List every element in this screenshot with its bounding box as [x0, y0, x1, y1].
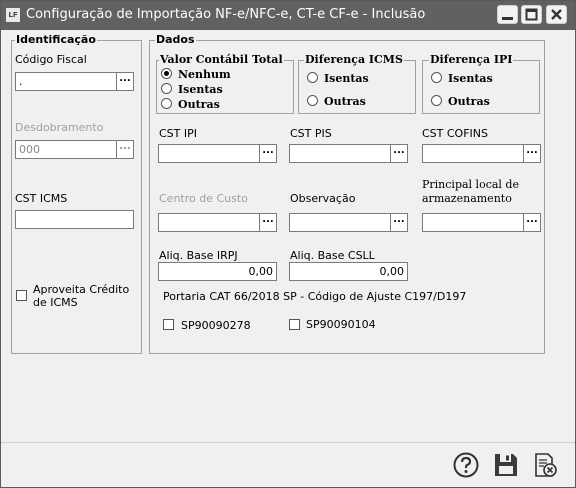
dialog-window: LF Configuração de Importação NF-e/NFC-e… [0, 0, 576, 488]
cst-cofins-label: CST COFINS [422, 127, 488, 140]
bottom-toolbar [1, 442, 575, 487]
diferenca-icms-option-outras[interactable]: Outras [307, 95, 366, 108]
observacao-lookup-button[interactable]: ... [390, 214, 407, 231]
sp90090278-checkbox[interactable] [163, 319, 174, 330]
portaria-label: Portaria CAT 66/2018 SP - Código de Ajus… [163, 290, 467, 303]
cancel-button[interactable] [531, 451, 559, 479]
principal-local-field[interactable]: ... [422, 213, 541, 232]
title-bar[interactable]: LF Configuração de Importação NF-e/NFC-e… [1, 1, 575, 30]
valor-contabil-option-isentas[interactable]: Isentas [161, 83, 223, 96]
observacao-field[interactable]: ... [289, 213, 408, 232]
option-label: Isentas [324, 72, 369, 85]
centro-custo-lookup-button[interactable]: ... [259, 214, 276, 231]
minimize-icon [502, 17, 513, 20]
cst-pis-field[interactable]: ... [289, 144, 408, 163]
sp90090104-checkbox[interactable] [289, 319, 300, 330]
aliq-csll-field[interactable]: 0,00 [289, 262, 408, 281]
aproveita-credito-label-2: de ICMS [33, 296, 78, 309]
sp90090278-label: SP90090278 [181, 319, 251, 332]
dados-title: Dados [155, 33, 196, 46]
cst-ipi-label: CST IPI [159, 127, 198, 140]
save-icon [495, 454, 517, 476]
centro-custo-label: Centro de Custo [159, 192, 248, 205]
valor-contabil-title: Valor Contábil Total [159, 53, 284, 66]
cst-ipi-lookup-button[interactable]: ... [259, 145, 276, 162]
diferenca-ipi-title: Diferença IPI [429, 53, 514, 66]
option-label: Nenhum [178, 68, 231, 81]
cancel-doc-icon [535, 453, 557, 477]
desdobramento-label: Desdobramento [15, 121, 104, 134]
app-logo-icon: LF [6, 8, 20, 22]
codigo-fiscal-value: . [19, 75, 23, 88]
option-label: Outras [324, 95, 366, 108]
radio-icon [307, 72, 318, 83]
radio-icon [161, 98, 172, 109]
codigo-fiscal-label: Código Fiscal [15, 53, 87, 66]
option-label: Outras [448, 95, 490, 108]
option-label: Isentas [448, 72, 493, 85]
radio-icon [161, 83, 172, 94]
diferenca-icms-title: Diferença ICMS [304, 53, 404, 66]
close-icon [551, 9, 562, 20]
help-icon [453, 452, 479, 478]
aliq-irpj-label: Aliq. Base IRPJ [159, 249, 238, 262]
codigo-fiscal-field[interactable]: . ... [15, 72, 134, 91]
valor-contabil-option-nenhum[interactable]: Nenhum [161, 68, 231, 81]
diferenca-ipi-option-outras[interactable]: Outras [431, 95, 490, 108]
desdobramento-value: 000 [19, 143, 40, 156]
cst-icms-label: CST ICMS [15, 192, 68, 205]
diferenca-ipi-option-isentas[interactable]: Isentas [431, 72, 493, 85]
codigo-fiscal-lookup-button[interactable]: ... [116, 73, 133, 90]
aproveita-credito-label-1: Aproveita Crédito [33, 283, 130, 296]
minimize-button[interactable] [497, 5, 518, 24]
principal-local-label-2: armazenamento [422, 192, 512, 205]
observacao-label: Observação [290, 192, 356, 205]
aproveita-credito-checkbox[interactable] [16, 290, 27, 301]
principal-local-label-1: Principal local de [422, 178, 519, 191]
window-title: Configuração de Importação NF-e/NFC-e, C… [26, 7, 426, 22]
diferenca-icms-option-isentas[interactable]: Isentas [307, 72, 369, 85]
maximize-button[interactable] [521, 5, 542, 24]
radio-icon [307, 95, 318, 106]
valor-contabil-option-outras[interactable]: Outras [161, 98, 220, 111]
cst-pis-label: CST PIS [290, 127, 332, 140]
cst-cofins-lookup-button[interactable]: ... [523, 145, 540, 162]
radio-icon [431, 95, 442, 106]
content-area: Identificação Código Fiscal . ... Desdob… [1, 30, 575, 442]
sp90090104-label: SP90090104 [306, 318, 376, 331]
save-button[interactable] [492, 451, 520, 479]
cst-pis-lookup-button[interactable]: ... [390, 145, 407, 162]
close-button[interactable] [546, 5, 567, 24]
cst-cofins-field[interactable]: ... [422, 144, 541, 163]
option-label: Isentas [178, 83, 223, 96]
cst-ipi-field[interactable]: ... [158, 144, 277, 163]
radio-selected-icon [161, 68, 172, 79]
desdobramento-lookup-button[interactable]: ... [116, 141, 133, 158]
desdobramento-field[interactable]: 000 ... [15, 140, 134, 159]
radio-icon [431, 72, 442, 83]
cst-icms-field[interactable] [15, 210, 134, 229]
aliq-irpj-field[interactable]: 0,00 [158, 262, 277, 281]
help-button[interactable] [452, 451, 480, 479]
identificacao-title: Identificação [15, 33, 97, 46]
option-label: Outras [178, 98, 220, 111]
aliq-csll-label: Aliq. Base CSLL [290, 249, 375, 262]
principal-local-lookup-button[interactable]: ... [523, 214, 540, 231]
centro-custo-field[interactable]: ... [158, 213, 277, 232]
maximize-icon [525, 8, 538, 21]
